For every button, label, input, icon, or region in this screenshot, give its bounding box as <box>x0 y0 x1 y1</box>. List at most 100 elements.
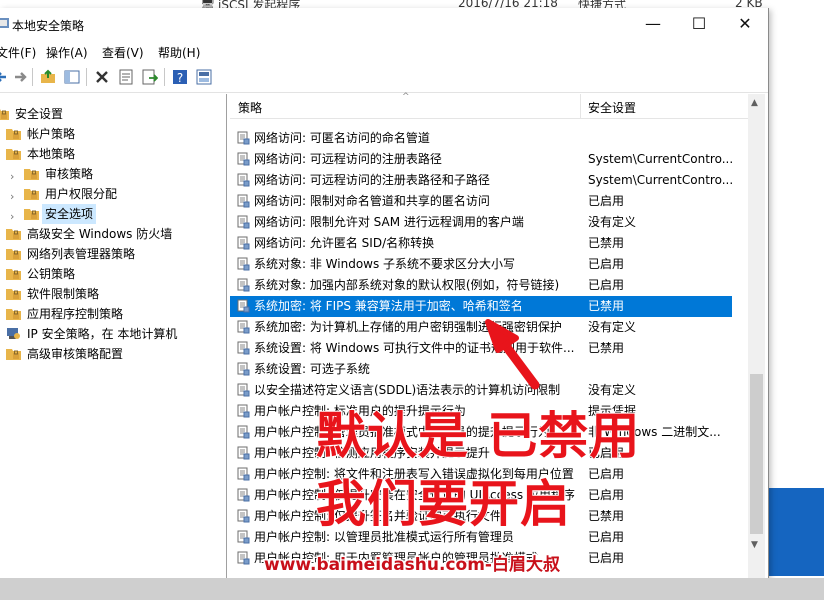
help-icon[interactable]: ? <box>172 69 188 85</box>
policy-name: 网络访问: 可匿名访问的命名管道 <box>254 131 430 145</box>
folder-icon <box>24 169 39 180</box>
menu-file[interactable]: 文件(F) <box>0 44 36 61</box>
tree-item-label: 网络列表管理器策略 <box>27 247 136 261</box>
policy-setting: 已启用 <box>588 530 625 544</box>
scroll-down-icon[interactable]: ▼ <box>751 540 758 550</box>
table-row[interactable]: 系统设置: 将 Windows 可执行文件中的证书规则用于软件... 已禁用 <box>230 338 732 359</box>
column-divider[interactable] <box>580 94 581 118</box>
policy-name: 网络访问: 限制允许对 SAM 进行远程调用的客户端 <box>254 215 524 229</box>
table-row[interactable]: 网络访问: 限制允许对 SAM 进行远程调用的客户端 没有定义 <box>230 212 732 233</box>
policy-name: 系统设置: 可选子系统 <box>254 362 370 376</box>
policy-icon <box>237 131 250 145</box>
folder-icon <box>6 149 21 160</box>
up-folder-icon[interactable] <box>40 69 56 85</box>
ip-security-icon <box>7 328 20 339</box>
tree-item[interactable]: 软件限制策略 <box>0 284 226 304</box>
tree-item[interactable]: 网络列表管理器策略 <box>0 244 226 264</box>
policy-icon <box>237 173 250 187</box>
properties-icon[interactable] <box>118 69 134 85</box>
tree-item-label: IP 安全策略，在 本地计算机 <box>27 327 178 341</box>
tree-item[interactable]: › 审核策略 <box>0 164 226 184</box>
menu-action[interactable]: 操作(A) <box>46 44 88 61</box>
table-row[interactable]: 系统设置: 可选子系统 <box>230 359 732 380</box>
tree-item-label: 帐户策略 <box>27 127 76 141</box>
policy-name: 网络访问: 允许匿名 SID/名称转换 <box>254 236 435 250</box>
folder-icon <box>6 269 21 280</box>
folder-icon <box>6 129 21 140</box>
scroll-up-icon[interactable]: ▲ <box>751 98 758 108</box>
export-list-icon[interactable] <box>142 69 158 85</box>
toolbar-separator <box>86 68 87 86</box>
menu-help[interactable]: 帮助(H) <box>158 44 200 61</box>
policy-icon <box>237 194 250 208</box>
policy-icon <box>237 299 250 313</box>
folder-icon <box>6 229 21 240</box>
table-row[interactable]: 网络访问: 可匿名访问的命名管道 <box>230 128 732 149</box>
policy-setting: 已启用 <box>588 488 625 502</box>
svg-text:?: ? <box>177 71 183 85</box>
annotation-line-1: 默认是 已禁用 <box>315 406 641 466</box>
tree-item-label: 用户权限分配 <box>45 187 118 201</box>
toolbar-separator <box>32 68 33 86</box>
taskbar <box>0 578 824 600</box>
policy-setting: 已启用 <box>588 257 625 271</box>
policy-icon <box>237 383 250 397</box>
sort-ascending-icon: ^ <box>402 92 410 102</box>
table-row[interactable]: 系统加密: 为计算机上存储的用户密钥强制进行强密钥保护 没有定义 <box>230 317 732 338</box>
column-header-policy[interactable]: 策略 <box>238 99 262 116</box>
tree-item[interactable]: 高级安全 Windows 防火墙 <box>0 224 226 244</box>
table-row[interactable]: 网络访问: 限制对命名管道和共享的匿名访问 已启用 <box>230 191 732 212</box>
show-hide-tree-icon[interactable] <box>64 69 80 85</box>
tree-item[interactable]: 安全设置 <box>0 104 226 124</box>
table-row[interactable]: 系统对象: 非 Windows 子系统不要求区分大小写 已启用 <box>230 254 732 275</box>
policy-setting: 已禁用 <box>588 509 625 523</box>
policy-icon <box>237 425 250 439</box>
tree-item[interactable]: 帐户策略 <box>0 124 226 144</box>
policy-icon <box>237 257 250 271</box>
policy-name: 系统对象: 非 Windows 子系统不要求区分大小写 <box>254 257 516 271</box>
view-icon[interactable] <box>196 69 212 85</box>
toolbar-separator <box>164 68 165 86</box>
tree-item[interactable]: › 安全选项 <box>0 204 226 224</box>
menu-view[interactable]: 查看(V) <box>102 44 144 61</box>
forward-icon[interactable] <box>12 69 28 85</box>
policy-name: 网络访问: 可远程访问的注册表路径和子路径 <box>254 173 490 187</box>
window-title: 本地安全策略 <box>12 19 85 33</box>
title-bar[interactable]: 本地安全策略 — ☐ ✕ <box>0 8 768 40</box>
vertical-scrollbar[interactable]: ▲ ▼ <box>748 94 765 578</box>
tree-item[interactable]: 高级审核策略配置 <box>0 344 226 364</box>
policy-icon <box>237 236 250 250</box>
annotation-line-2: 我们要开启 <box>315 474 571 534</box>
table-row[interactable]: 网络访问: 可远程访问的注册表路径 System\CurrentContro... <box>230 149 732 170</box>
menu-bar: 文件(F) 操作(A) 查看(V) 帮助(H) <box>0 40 768 62</box>
policy-name: 系统加密: 将 FIPS 兼容算法用于加密、哈希和签名 <box>254 299 523 313</box>
policy-icon <box>237 215 250 229</box>
policy-setting: System\CurrentContro... <box>588 152 732 166</box>
tree-pane: 安全设置帐户策略本地策略 › 审核策略 › 用户权限分配 › 安全选项 高级安全 Window… <box>0 94 227 578</box>
tree-item[interactable]: IP 安全策略，在 本地计算机 <box>0 324 226 344</box>
tree-item-label: 软件限制策略 <box>27 287 100 301</box>
delete-icon[interactable] <box>94 69 110 85</box>
back-icon[interactable] <box>0 69 10 85</box>
policy-icon <box>237 341 250 355</box>
table-row[interactable]: 网络访问: 允许匿名 SID/名称转换 已禁用 <box>230 233 732 254</box>
minimize-button[interactable]: — <box>630 8 676 40</box>
table-row[interactable]: 系统对象: 加强内部系统对象的默认权限(例如，符号链接) 已启用 <box>230 275 732 296</box>
policy-name: 系统对象: 加强内部系统对象的默认权限(例如，符号链接) <box>254 278 560 292</box>
policy-setting: 已启用 <box>588 278 625 292</box>
tree-item[interactable]: 公钥策略 <box>0 264 226 284</box>
folder-icon <box>6 289 21 300</box>
tree-item[interactable]: 本地策略 <box>0 144 226 164</box>
policy-icon <box>237 278 250 292</box>
maximize-button[interactable]: ☐ <box>676 8 722 40</box>
policy-setting: 已启用 <box>588 194 625 208</box>
close-button[interactable]: ✕ <box>722 8 768 40</box>
table-row[interactable]: 网络访问: 可远程访问的注册表路径和子路径 System\CurrentContr… <box>230 170 732 191</box>
scroll-thumb[interactable] <box>750 374 763 534</box>
table-row[interactable]: 系统加密: 将 FIPS 兼容算法用于加密、哈希和签名 已禁用 <box>230 296 732 317</box>
folder-icon <box>6 349 21 360</box>
tree-item[interactable]: 应用程序控制策略 <box>0 304 226 324</box>
column-header-setting[interactable]: 安全设置 <box>588 99 636 116</box>
policy-icon <box>237 509 250 523</box>
tree-item[interactable]: › 用户权限分配 <box>0 184 226 204</box>
